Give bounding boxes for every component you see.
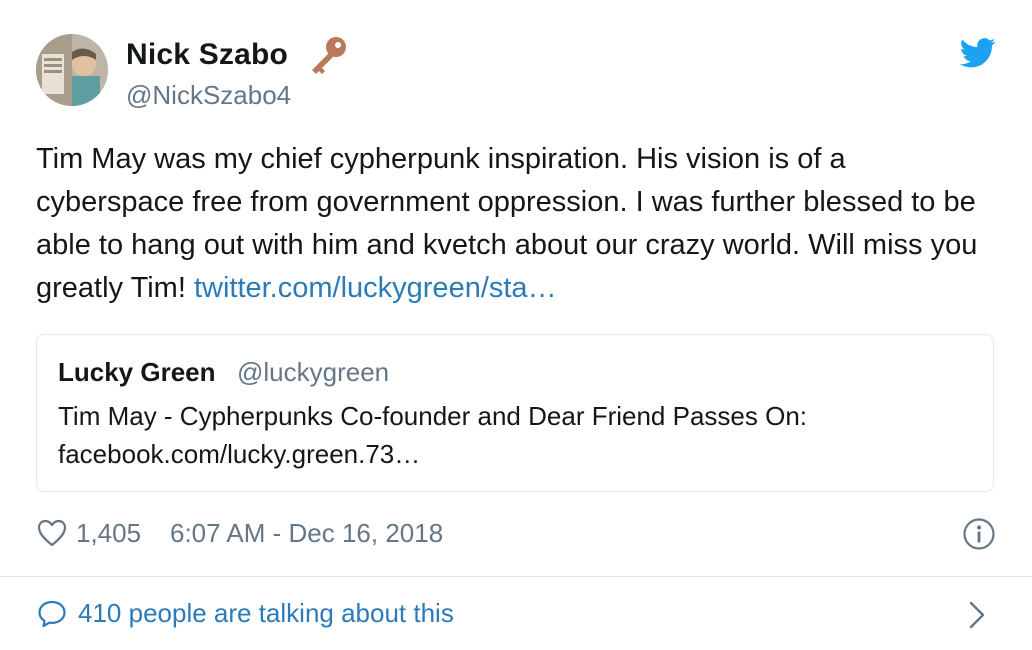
quoted-text-line-2: facebook.com/lucky.green.73… <box>58 439 421 469</box>
author-name[interactable]: Nick Szabo <box>126 38 288 72</box>
twitter-bird-icon[interactable] <box>960 38 996 68</box>
author-handle[interactable]: @NickSzabo4 <box>126 80 291 111</box>
chat-bubble-icon <box>38 600 66 628</box>
timestamp[interactable]: 6:07 AM - Dec 16, 2018 <box>170 518 443 549</box>
quoted-tweet-text: Tim May - Cypherpunks Co-founder and Dea… <box>58 397 968 473</box>
quoted-author-handle: @luckygreen <box>237 357 390 387</box>
avatar[interactable] <box>36 34 108 106</box>
key-icon <box>312 37 346 74</box>
quoted-author-name: Lucky Green <box>58 357 216 387</box>
tweet-meta: 1,405 6:07 AM - Dec 16, 2018 <box>36 515 996 555</box>
tweet-card: Nick Szabo @NickSzabo4 Tim May was my ch… <box>0 0 1032 650</box>
like-count: 1,405 <box>76 518 142 548</box>
tweet-link[interactable]: twitter.com/luckygreen/sta… <box>194 272 557 304</box>
info-icon[interactable] <box>962 517 996 551</box>
tweet-text: Tim May was my chief cypherpunk inspirat… <box>36 138 1001 310</box>
chevron-right-icon <box>969 601 985 629</box>
heart-icon[interactable] <box>36 517 68 549</box>
conversation-link[interactable]: 410 people are talking about this <box>36 596 996 634</box>
conversation-text: 410 people are talking about this <box>78 598 454 628</box>
quoted-text-line-1: Tim May - Cypherpunks Co-founder and Dea… <box>58 401 808 431</box>
quoted-tweet[interactable]: Lucky Green @luckygreen Tim May - Cypher… <box>36 334 994 492</box>
divider <box>0 576 1032 577</box>
avatar-photo <box>36 34 108 106</box>
